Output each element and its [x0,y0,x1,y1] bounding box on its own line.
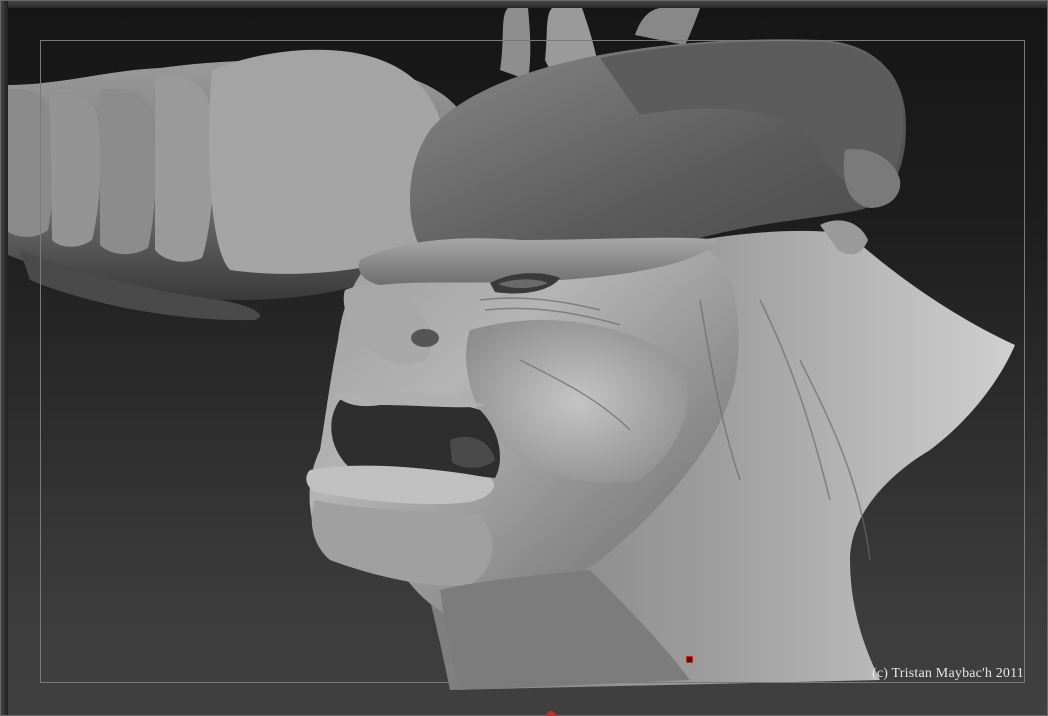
bottom-marker[interactable] [546,711,556,716]
nostril [411,329,439,347]
horn-base-left [209,49,440,274]
sculpt-model[interactable] [0,0,1048,716]
pivot-marker[interactable] [686,656,693,663]
canvas-viewport[interactable]: (c) Tristan Maybac'h 2011 [0,0,1048,716]
back-horn-right [635,8,700,45]
copyright-watermark: (c) Tristan Maybac'h 2011 [871,666,1024,681]
horn-ridge-1 [8,89,53,237]
back-horn-left [500,8,531,80]
horn-ridge-2 [50,94,101,247]
horn-ridge-3 [100,88,156,255]
horn-ridge-4 [155,76,214,262]
